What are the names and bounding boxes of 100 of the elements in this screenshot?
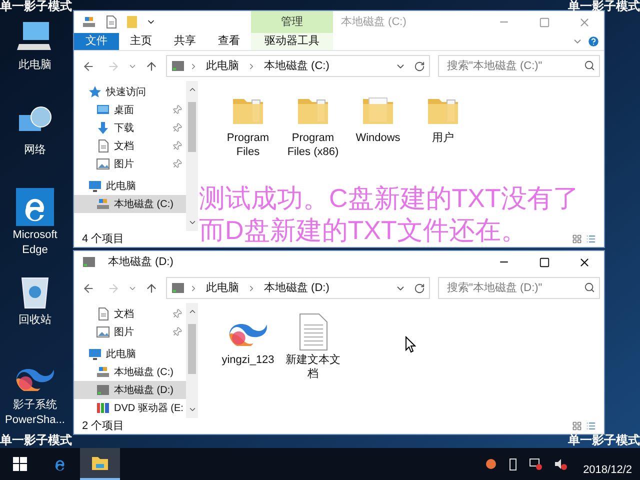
separator-icon — [247, 62, 256, 70]
desktop-shortcut[interactable]: 此电脑 — [0, 12, 70, 97]
file-item[interactable]: yingzi_123 — [216, 311, 280, 367]
file-item[interactable]: 新建文本文档 — [281, 311, 345, 381]
dvd-drive-icon — [96, 401, 110, 415]
separator-icon — [247, 284, 256, 292]
folder-icon — [91, 455, 109, 471]
ribbon-tab[interactable]: 共享 — [163, 33, 207, 50]
scrollbar[interactable] — [186, 303, 198, 418]
annotation-text: 测试成功。C盘新建的TXT没有了 — [199, 182, 579, 214]
desktop-icon — [96, 103, 110, 117]
desktop-shortcut[interactable]: Microsoft Edge — [0, 182, 70, 267]
nav-section[interactable]: 快速访问 — [74, 83, 186, 101]
breadcrumb[interactable]: 本地磁盘 (D:) — [260, 280, 334, 296]
breadcrumb[interactable]: 此电脑 — [202, 280, 243, 296]
drive-icon — [96, 197, 110, 211]
ribbon-tab[interactable]: 驱动器工具 — [251, 33, 333, 50]
file-item[interactable]: Windows — [346, 89, 410, 145]
usb-icon[interactable] — [509, 458, 518, 470]
up-icon[interactable] — [145, 282, 158, 294]
breadcrumb[interactable]: 本地磁盘 (C:) — [260, 58, 334, 74]
ribbon-tab[interactable]: 文件 — [74, 33, 119, 50]
drive-icon — [171, 59, 185, 73]
network-error-icon[interactable] — [529, 458, 542, 470]
nav-item[interactable]: 本地磁盘 (C:) — [74, 195, 186, 213]
mode-label: 单一影子模式 — [568, 434, 640, 447]
address-bar[interactable]: 此电脑 本地磁盘 (D:) — [166, 277, 430, 299]
file-item[interactable]: Program Files (x86) — [281, 89, 345, 159]
scroll-down-icon[interactable] — [188, 405, 196, 414]
speaker-muted-icon[interactable] — [554, 458, 568, 470]
back-icon[interactable] — [82, 282, 95, 294]
ribbon-tab[interactable]: 查看 — [207, 33, 251, 50]
scroll-up-icon[interactable] — [188, 85, 196, 94]
document-icon — [104, 15, 118, 29]
search-field[interactable]: 搜索"本地磁盘 (C:)" — [438, 55, 600, 77]
search-field[interactable]: 搜索"本地磁盘 (D:)" — [438, 277, 600, 299]
nav-item[interactable]: 下载 — [74, 119, 186, 137]
refresh-icon[interactable] — [414, 282, 425, 294]
picture-icon — [96, 157, 110, 171]
annotation-text: 而D盘新建的TXT文件还在。 — [199, 214, 527, 246]
computer-icon — [88, 179, 102, 193]
scrollbar-thumb[interactable] — [188, 102, 196, 152]
mode-label: 单一影子模式 — [0, 0, 72, 13]
help-icon[interactable] — [587, 35, 600, 48]
drive-icon — [96, 383, 110, 397]
star-icon — [88, 85, 102, 99]
large-icons-view-icon[interactable] — [586, 421, 596, 431]
nav-item[interactable]: 本地磁盘 (C:) — [74, 363, 186, 381]
drive-icon — [82, 15, 96, 29]
download-icon — [96, 121, 110, 135]
ribbon-tab[interactable]: 主页 — [119, 33, 163, 50]
folder-icon — [126, 15, 138, 29]
breadcrumb[interactable]: 此电脑 — [202, 58, 243, 74]
nav-item[interactable]: 文档 — [74, 305, 186, 323]
back-icon[interactable] — [82, 60, 95, 72]
search-icon[interactable] — [584, 60, 595, 71]
file-item[interactable]: Program Files — [216, 89, 280, 159]
up-icon[interactable] — [145, 60, 158, 72]
clock-date[interactable]: 2018/12/2 — [583, 462, 640, 480]
details-view-icon[interactable] — [572, 234, 582, 244]
document-icon — [96, 307, 110, 321]
mode-label: 单一影子模式 — [0, 434, 72, 447]
details-view-icon[interactable] — [572, 421, 582, 431]
scroll-down-icon[interactable] — [188, 218, 196, 227]
text-file-icon — [297, 313, 329, 351]
scrollbar-thumb[interactable] — [188, 324, 196, 374]
maximize-icon — [538, 256, 550, 268]
nav-section[interactable]: 此电脑 — [74, 345, 186, 363]
separator-icon — [189, 284, 198, 292]
scroll-up-icon[interactable] — [188, 307, 196, 316]
nav-item[interactable]: 图片 — [74, 155, 186, 173]
refresh-icon[interactable] — [414, 60, 425, 72]
nav-item[interactable]: DVD 驱动器 (E: — [74, 399, 186, 417]
context-tab-header: 管理 — [251, 11, 333, 33]
file-item[interactable]: 用户 — [411, 89, 475, 145]
nav-item[interactable]: 本地磁盘 (D:) — [74, 381, 186, 399]
close-icon — [578, 16, 590, 28]
windows-logo-icon — [13, 457, 27, 471]
nav-item[interactable]: 桌面 — [74, 101, 186, 119]
edge-logo-icon — [16, 188, 54, 226]
scrollbar[interactable] — [186, 81, 198, 231]
desktop-shortcut[interactable]: 网络 — [0, 97, 70, 182]
window-title: 本地磁盘 (D:) — [108, 254, 174, 270]
maximize-icon — [538, 16, 550, 28]
drive-icon — [171, 281, 185, 295]
window-title: 本地磁盘 (C:) — [341, 14, 406, 30]
mouse-cursor-icon — [405, 336, 416, 353]
taskbar-button[interactable] — [80, 448, 120, 480]
nav-item[interactable]: 图片 — [74, 323, 186, 341]
desktop-shortcut[interactable]: 回收站 — [0, 267, 70, 352]
document-icon — [96, 139, 110, 153]
large-icons-view-icon[interactable] — [586, 234, 596, 244]
nav-section[interactable]: 此电脑 — [74, 177, 186, 195]
item-count: 2 个项目 — [82, 418, 124, 434]
close-icon — [578, 256, 590, 268]
nav-item[interactable]: 文档 — [74, 137, 186, 155]
computer-icon — [88, 347, 102, 361]
address-bar[interactable]: 此电脑 本地磁盘 (C:) — [166, 55, 430, 77]
search-icon[interactable] — [584, 282, 595, 293]
drive-icon — [96, 365, 110, 379]
